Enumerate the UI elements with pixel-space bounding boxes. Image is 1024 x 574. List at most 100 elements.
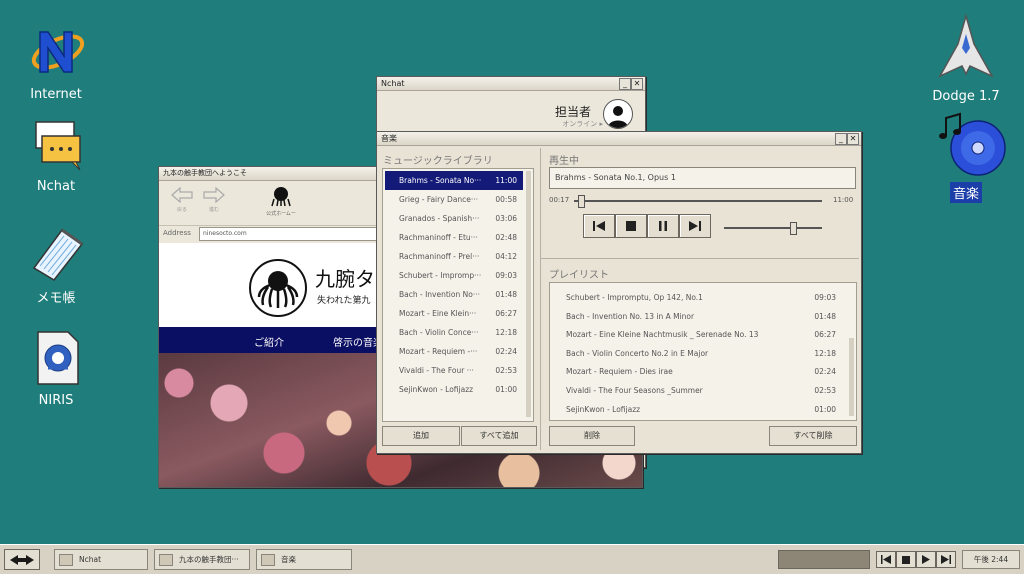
duration-time: 11:00: [833, 196, 854, 204]
library-item-duration: 01:00: [495, 385, 517, 394]
playlist-item[interactable]: Bach - Invention No. 13 in A Minor 01:48: [552, 308, 846, 327]
desktop-icon-music[interactable]: 音楽: [926, 112, 1006, 203]
mini-play-button[interactable]: [916, 551, 936, 568]
library-item[interactable]: Vivaldi - The Four ··· 02:53: [385, 361, 523, 380]
music-window: 音楽 _ ✕ ミュージックライブラリ Brahms - Sonata No···…: [376, 131, 862, 454]
library-item[interactable]: Bach - Invention No··· 01:48: [385, 285, 523, 304]
playlist-item[interactable]: Mozart - Eine Kleine Nachtmusik _ Serena…: [552, 326, 846, 345]
music-titlebar[interactable]: 音楽 _ ✕: [377, 132, 861, 146]
playlist-item-duration: 02:53: [814, 385, 836, 395]
taskbar-item-browser[interactable]: 九本の触手教団···: [154, 549, 250, 570]
delete-all-button[interactable]: すべて削除: [769, 426, 857, 446]
minimize-button[interactable]: _: [619, 78, 631, 90]
taskbar-item-music[interactable]: 音楽: [256, 549, 352, 570]
add-all-button[interactable]: すべて追加: [461, 426, 537, 446]
add-button[interactable]: 追加: [382, 426, 460, 446]
library-item[interactable]: Rachmaninoff - Prel··· 04:12: [385, 247, 523, 266]
nchat-user-name: 担当者: [554, 105, 591, 119]
home-button[interactable]: 公式ホームー: [259, 185, 303, 217]
previous-button[interactable]: [583, 214, 615, 238]
avatar[interactable]: [603, 99, 633, 129]
site-logo: [249, 259, 307, 317]
mini-previous-button[interactable]: [876, 551, 896, 568]
playlist-item[interactable]: Bach - Violin Concerto No.2 in E Major 12…: [552, 345, 846, 364]
playlist-item[interactable]: Vivaldi - The Four Seasons _Summer 02:53: [552, 382, 846, 401]
site-subtitle: 失われた第九: [317, 296, 371, 306]
pause-icon: [659, 221, 667, 231]
library-item-title: Schubert - Impromp···: [399, 271, 482, 280]
desktop-icon-dodge[interactable]: Dodge 1.7: [926, 13, 1006, 105]
library-item[interactable]: Mozart - Eine Klein··· 06:27: [385, 304, 523, 323]
playlist-item-duration: 12:18: [814, 348, 836, 358]
taskbar-clock: 午後 2:44: [962, 550, 1020, 569]
next-button[interactable]: [679, 214, 711, 238]
desktop-icon-label: Dodge 1.7: [932, 89, 1000, 104]
close-button[interactable]: ✕: [847, 133, 859, 145]
browser-window-title: 九本の触手教団へようこそ: [163, 169, 247, 177]
stop-icon: [626, 221, 636, 231]
home-label: 公式ホームー: [266, 211, 296, 217]
nchat-titlebar[interactable]: Nchat _ ✕: [377, 77, 645, 91]
close-button[interactable]: ✕: [631, 78, 643, 90]
library-item-duration: 02:24: [495, 347, 517, 356]
taskbar-item-nchat[interactable]: Nchat: [54, 549, 148, 570]
playlist-item[interactable]: SejinKwon - Lofijazz 01:00: [552, 401, 846, 420]
forward-arrow-icon: [203, 186, 225, 204]
desktop-icon-internet[interactable]: Internet: [16, 22, 96, 103]
library-item[interactable]: Bach - Violin Conce··· 12:18: [385, 323, 523, 342]
mini-next-button[interactable]: [936, 551, 956, 568]
desktop-icon-niris[interactable]: NIRIS: [16, 328, 96, 409]
window-icon: [59, 554, 73, 566]
library-item-duration: 02:48: [495, 233, 517, 242]
desktop-icon-label: 音楽: [949, 182, 982, 203]
library-item-duration: 09:03: [495, 271, 517, 280]
playlist-item-duration: 01:00: [814, 404, 836, 414]
library-item-duration: 03:06: [495, 214, 517, 223]
library-item-title: Mozart - Requiem -···: [399, 347, 478, 356]
library-item-duration: 11:00: [495, 176, 517, 185]
library-item[interactable]: Grieg - Fairy Dance··· 00:58: [385, 190, 523, 209]
desktop-icon-nchat[interactable]: Nchat: [16, 114, 96, 195]
minimize-button[interactable]: _: [835, 133, 847, 145]
library-item-duration: 01:48: [495, 290, 517, 299]
library-scrollbar[interactable]: [526, 171, 531, 417]
pause-button[interactable]: [647, 214, 679, 238]
library-header: ミュージックライブラリ: [383, 156, 493, 167]
internet-icon: [26, 22, 86, 82]
library-item[interactable]: Brahms - Sonata No··· 11:00: [385, 171, 523, 190]
task-label: Nchat: [79, 555, 102, 564]
playlist-item[interactable]: Mozart - Requiem - Dies irae 02:24: [552, 363, 846, 382]
mini-stop-button[interactable]: [896, 551, 916, 568]
section-divider: [541, 258, 859, 259]
stop-button[interactable]: [615, 214, 647, 238]
playlist-scrollbar[interactable]: [849, 338, 854, 416]
now-playing-title: Brahms - Sonata No.1, Opus 1: [549, 167, 856, 189]
delete-button[interactable]: 削除: [549, 426, 635, 446]
mini-player-display: [778, 550, 870, 569]
play-icon: [922, 555, 930, 564]
playlist-list: Schubert - Impromptu, Op 142, No.1 09:03 B…: [549, 282, 857, 421]
library-item[interactable]: SejinKwon - Lofijazz 01:00: [385, 380, 523, 399]
desktop-icon-label: Internet: [30, 87, 82, 102]
library-item[interactable]: Rachmaninoff - Etu··· 02:48: [385, 228, 523, 247]
volume-slider[interactable]: [724, 222, 822, 235]
progress-track[interactable]: [574, 195, 822, 208]
volume-thumb[interactable]: [789, 222, 797, 235]
library-item-duration: 02:53: [495, 366, 517, 375]
playlist-item[interactable]: Schubert - Impromptu, Op 142, No.1 09:03: [552, 289, 846, 308]
playlist-item-title: Schubert - Impromptu, Op 142, No.1: [566, 293, 703, 302]
start-button[interactable]: [4, 549, 40, 570]
rocket-icon: [936, 13, 996, 84]
library-item[interactable]: Granados - Spanish··· 03:06: [385, 209, 523, 228]
nav-link-intro[interactable]: ご紹介: [254, 334, 284, 349]
forward-button[interactable]: 進む: [201, 186, 227, 213]
octopus-logo-icon: [257, 271, 299, 308]
library-item-title: Rachmaninoff - Prel···: [399, 252, 480, 261]
progress-thumb[interactable]: [578, 195, 586, 208]
library-item[interactable]: Schubert - Impromp··· 09:03: [385, 266, 523, 285]
elapsed-time: 00:17: [549, 196, 570, 204]
playlist-item-title: Mozart - Requiem - Dies irae: [566, 367, 673, 377]
back-button[interactable]: 戻る: [169, 186, 195, 213]
desktop-icon-notepad[interactable]: メモ帳: [16, 222, 96, 307]
library-item[interactable]: Mozart - Requiem -··· 02:24: [385, 342, 523, 361]
